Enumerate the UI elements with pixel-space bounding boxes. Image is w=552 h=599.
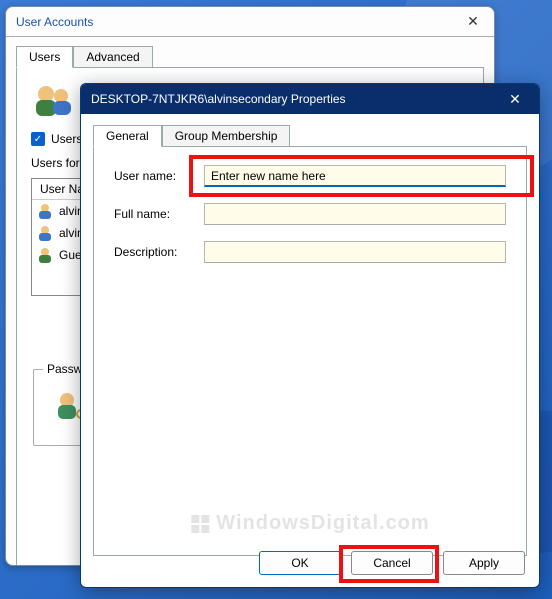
properties-window: DESKTOP-7NTJKR6\alvinsecondary Propertie… [80, 83, 540, 588]
watermark-text: WindowsDigital.com [216, 512, 429, 535]
list-item-name: Gue [59, 248, 82, 262]
properties-title: DESKTOP-7NTJKR6\alvinsecondary Propertie… [91, 92, 346, 106]
users-checkbox[interactable]: ✓ [31, 132, 45, 146]
fullname-input[interactable] [204, 203, 506, 225]
properties-tabs: General Group Membership [93, 124, 539, 146]
description-input[interactable] [204, 241, 506, 263]
properties-body: User name: Full name: Description: [93, 146, 527, 556]
apply-button[interactable]: Apply [443, 551, 525, 575]
tab-advanced[interactable]: Advanced [73, 46, 152, 68]
username-label: User name: [114, 169, 204, 183]
tab-general[interactable]: General [93, 125, 162, 147]
user-accounts-titlebar: User Accounts ✕ [6, 7, 494, 37]
fullname-label: Full name: [114, 207, 204, 221]
properties-titlebar: DESKTOP-7NTJKR6\alvinsecondary Propertie… [81, 84, 539, 114]
username-input[interactable] [204, 165, 506, 187]
user-accounts-tabs: Users Advanced [16, 45, 494, 67]
tab-users[interactable]: Users [16, 46, 73, 68]
users-icon [31, 82, 77, 122]
cancel-button[interactable]: Cancel [351, 551, 433, 575]
close-icon[interactable]: ✕ [462, 13, 484, 30]
tab-group-membership[interactable]: Group Membership [162, 125, 291, 147]
users-checkbox-label: Users [51, 132, 82, 146]
properties-button-row: OK Cancel Apply [259, 551, 525, 575]
close-icon[interactable]: ✕ [501, 91, 529, 108]
ok-button[interactable]: OK [259, 551, 341, 575]
description-label: Description: [114, 245, 204, 259]
user-accounts-title: User Accounts [16, 15, 93, 29]
watermark: WindowsDigital.com [190, 512, 429, 535]
